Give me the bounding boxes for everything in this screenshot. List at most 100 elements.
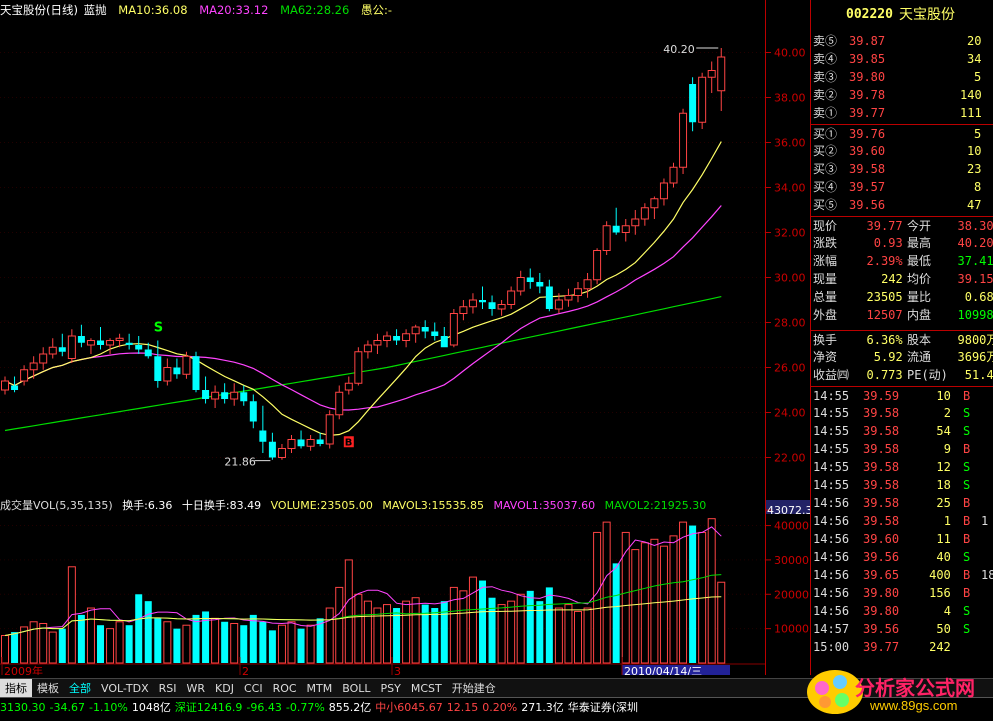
volume-axis-label: 40000 (774, 520, 809, 533)
tick-row-cell: 14:56 (813, 530, 849, 548)
candle-body (259, 431, 266, 442)
bid-row-cell: 39.57 (849, 178, 885, 196)
indicator-tab[interactable]: MCST (406, 681, 447, 696)
tick-row-cell: 14:56 (813, 494, 849, 512)
volume-bar (49, 632, 56, 663)
volume-bar (498, 605, 505, 663)
tick-row: 14:5639.6011B (811, 530, 993, 548)
tick-row-cell: 14:56 (813, 566, 849, 584)
tick-row-cell: 39.56 (863, 620, 899, 638)
price-axis-label: 24.00 (774, 407, 806, 420)
candle-body (660, 183, 667, 199)
volume-chart-panel[interactable]: 2009年232010/04/14/三 (0, 493, 765, 675)
tick-row-cell: 39.59 (863, 387, 899, 405)
stat-row-cell: 39.77 (867, 217, 903, 235)
status-item: 中小6045.67 (375, 701, 443, 714)
volume-bar (364, 601, 371, 663)
bid-row: 买④39.578 (811, 178, 993, 196)
tick-row-cell: 14:56 (813, 548, 849, 566)
stat-row-cell: 39.15 (958, 270, 993, 288)
ma20-line (5, 206, 721, 411)
status-item: -1.10% (89, 701, 128, 714)
candle-body (145, 350, 152, 357)
volume-bar (651, 539, 658, 663)
volume-bar (689, 526, 696, 663)
volume-bar (298, 629, 305, 663)
ask-row: 卖④39.8534 (811, 50, 993, 68)
candle-body (336, 392, 343, 415)
stat-row-cell: 0.93 (874, 234, 903, 252)
indicator-tab[interactable]: 开始建仓 (447, 679, 501, 697)
stat2-row: 换手6.36%股本9800万 (811, 330, 993, 349)
stat2-row-cell: 净资 (813, 348, 837, 366)
volume-bar (259, 622, 266, 663)
tick-row-cell: 39.58 (863, 458, 899, 476)
price-axis-label: 26.00 (774, 362, 806, 375)
tick-row-cell: 4 (944, 602, 951, 620)
tick-row-cell: 40 (936, 548, 950, 566)
site-logo: 分析家公式网 www.89gs.com (800, 668, 993, 718)
ask-row-cell: 5 (974, 68, 981, 86)
tick-row-cell: 14:55 (813, 458, 849, 476)
volume-bar (355, 594, 362, 663)
volume-bar (59, 629, 66, 663)
volume-bar (30, 622, 37, 663)
time-label: 2010/04/14/三 (624, 665, 702, 675)
indicator-tab[interactable]: CCI (239, 681, 268, 696)
stat2-row-cell: 5.92 (874, 348, 903, 366)
tick-row-cell: 39.58 (863, 512, 899, 530)
candle-body (670, 167, 677, 183)
indicator-tab[interactable]: WR (181, 681, 210, 696)
indicator-tab[interactable]: BOLL (337, 681, 375, 696)
volume-bar (40, 623, 47, 663)
tick-row-cell: 14:55 (813, 440, 849, 458)
indicator-tab[interactable]: KDJ (210, 681, 239, 696)
candle-body (651, 199, 658, 208)
ma10-label: MA10:36.08 (118, 3, 187, 17)
indicator-tab[interactable]: PSY (376, 681, 406, 696)
indicator-tab[interactable]: 指标 (0, 679, 32, 697)
volume-bar (412, 598, 419, 663)
stat-row-cell: 12507 (867, 306, 903, 324)
stat2-row-cell: 6.36% (867, 331, 903, 349)
tick-row-cell: 14:56 (813, 584, 849, 602)
volume-bar (575, 611, 582, 663)
indicator-tab[interactable]: VOL-TDX (96, 681, 154, 696)
tick-row: 14:5639.80156B (811, 584, 993, 602)
stock-name: 天宝股份 (899, 6, 955, 24)
indicator-tab[interactable]: ROC (268, 681, 302, 696)
tick-row-cell: 18 (936, 476, 950, 494)
candle-body (87, 341, 94, 346)
indicator-tab[interactable]: 模板 (32, 679, 64, 697)
indicator-tab[interactable]: 全部 (64, 679, 96, 697)
candle-body (689, 84, 696, 122)
candle-body (21, 370, 28, 381)
indicator-tab[interactable]: RSI (154, 681, 182, 696)
volume-chart[interactable]: 2009年232010/04/14/三 (0, 493, 765, 675)
price-chart[interactable]: 40.2021.86SB (0, 0, 765, 490)
tick-row-cell: S (963, 422, 970, 440)
y-axis: 40.0038.0036.0034.0032.0030.0028.0026.00… (765, 0, 811, 675)
price-axis-label: 28.00 (774, 317, 806, 330)
candle-body (135, 345, 142, 350)
time-label: 2 (242, 665, 249, 675)
stat2-row-cell: 换手 (813, 331, 837, 349)
tick-row: 14:5539.5910B (811, 386, 993, 405)
candle-body (326, 415, 333, 444)
stat-row-cell: 最低 (907, 252, 931, 270)
bid-row-cell: 买② (813, 142, 837, 160)
tick-row-cell: 18 (981, 566, 993, 584)
candle-body (221, 392, 228, 399)
ask-row-cell: 39.80 (849, 68, 885, 86)
candle-body (183, 356, 190, 374)
vol-mavol3: MAVOL3:15535.85 (382, 499, 484, 512)
price-chart-panel[interactable]: 40.2021.86SB (0, 0, 765, 490)
candle-body (680, 113, 687, 167)
candle-body (193, 356, 200, 390)
candle-body (345, 383, 352, 390)
candle-body (575, 289, 582, 296)
candle-body (594, 251, 601, 280)
ask-row-cell: 39.85 (849, 50, 885, 68)
tick-row: 14:5539.589B (811, 440, 993, 458)
indicator-tab[interactable]: MTM (302, 681, 338, 696)
